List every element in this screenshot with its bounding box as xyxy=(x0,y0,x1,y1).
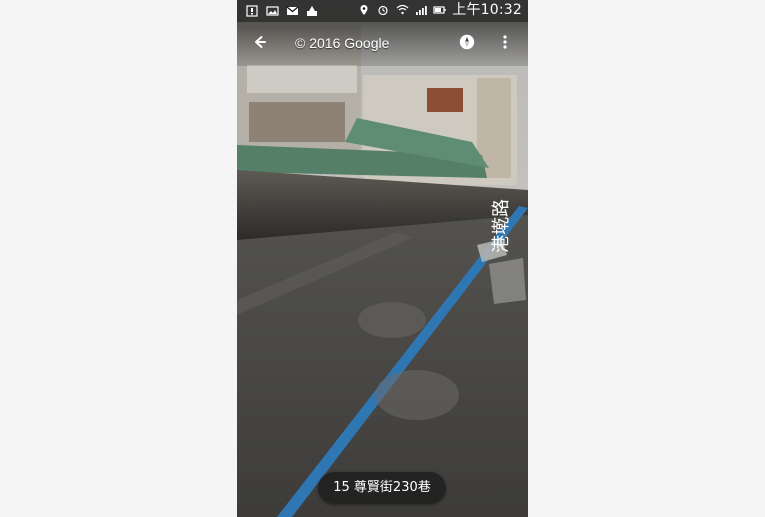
location-label: 15 尊賢街230巷 xyxy=(333,480,431,495)
road-blur xyxy=(375,370,459,420)
signal-icon xyxy=(414,3,428,17)
status-bar: 上午10:32 xyxy=(237,0,528,22)
road-marking: 港墘路 xyxy=(491,199,512,253)
gallery-icon xyxy=(265,4,279,18)
building-balcony xyxy=(247,65,357,93)
mail-icon xyxy=(285,4,299,18)
compass-button[interactable] xyxy=(453,30,481,58)
arrow-back-icon xyxy=(250,33,268,55)
back-button[interactable] xyxy=(245,30,273,58)
location-pill[interactable]: 15 尊賢街230巷 xyxy=(318,472,446,504)
more-options-button[interactable] xyxy=(491,30,519,58)
location-icon xyxy=(357,3,371,17)
alarm-icon xyxy=(376,3,390,17)
battery-icon xyxy=(433,3,447,17)
road-text-block-2 xyxy=(489,258,526,304)
building-sign xyxy=(427,88,463,112)
status-time: 上午10:32 xyxy=(452,2,522,18)
compass-icon xyxy=(458,33,476,55)
more-vert-icon xyxy=(496,33,514,55)
viewport-background: 港墘路 上午10:32 © 2016 Google 15 尊賢街230巷 xyxy=(0,0,765,517)
app-icon xyxy=(305,4,319,18)
copyright-text: © 2016 Google xyxy=(295,35,390,51)
building-lower-facade xyxy=(249,102,345,142)
status-left-icons xyxy=(245,4,319,18)
wifi-icon xyxy=(395,3,409,17)
notification-square-icon xyxy=(245,4,259,18)
top-toolbar: © 2016 Google xyxy=(237,22,528,66)
status-right-icons: 上午10:32 xyxy=(357,3,522,17)
phone-screen: 港墘路 上午10:32 © 2016 Google 15 尊賢街230巷 xyxy=(237,0,528,517)
street-view-panorama[interactable]: 港墘路 xyxy=(237,0,528,517)
road-blur-2 xyxy=(358,302,426,338)
